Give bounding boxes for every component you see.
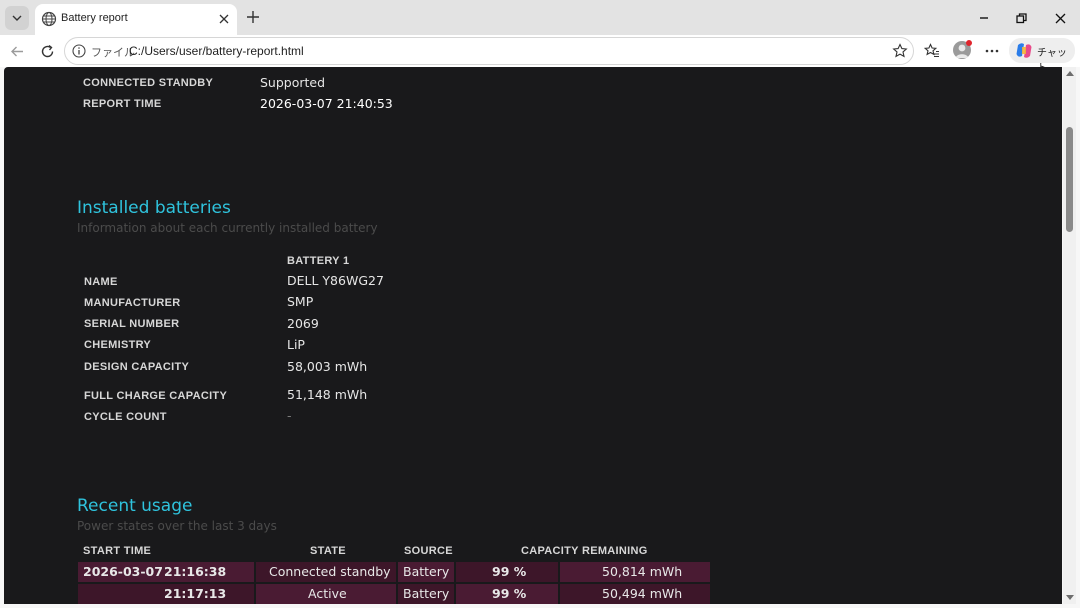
time-text: 21:17:13 — [164, 586, 227, 601]
percent-text: 99 % — [492, 586, 527, 601]
report-time-label: REPORT TIME — [83, 98, 162, 110]
tab-strip: Battery report — [0, 0, 1080, 35]
percent-text: 99 % — [492, 564, 527, 579]
battery-row-label: CHEMISTRY — [84, 339, 152, 351]
mwh-cell: 50,494 mWh — [560, 584, 710, 604]
battery-row-value: - — [287, 408, 292, 423]
more-menu-button[interactable] — [982, 41, 1002, 61]
battery-row-label: NAME — [84, 276, 118, 288]
mwh-text: 50,814 mWh — [602, 564, 683, 579]
column-header-start-time: START TIME — [83, 545, 152, 557]
source-text: Battery — [403, 586, 450, 601]
column-header-source: SOURCE — [404, 545, 453, 557]
state-cell: Connected standby — [256, 562, 396, 582]
recent-usage-heading: Recent usage — [77, 496, 193, 516]
battery-row-value: 58,003 mWh — [287, 359, 368, 374]
state-text: Connected standby — [269, 564, 391, 579]
close-window-button[interactable] — [1050, 8, 1070, 28]
source-text: Battery — [403, 564, 450, 579]
battery-row-value: LiP — [287, 337, 305, 352]
favorites-button[interactable] — [922, 41, 942, 61]
scroll-down-arrow-icon[interactable] — [1066, 595, 1074, 600]
restore-icon — [1015, 12, 1027, 23]
percent-cell: 99 % — [456, 562, 558, 582]
battery-row-value: SMP — [287, 294, 314, 309]
globe-icon — [41, 11, 57, 27]
battery-row-label: SERIAL NUMBER — [84, 318, 180, 330]
address-bar[interactable]: ファイル C:/Users/user/battery-report.html — [64, 37, 914, 65]
connected-standby-value: Supported — [260, 75, 326, 90]
source-cell: Battery — [398, 584, 454, 604]
column-header-state: STATE — [310, 545, 346, 557]
start-time-cell: 2026-03-07 21:16:38 — [78, 562, 254, 582]
source-cell: Battery — [398, 562, 454, 582]
notification-dot — [966, 40, 972, 46]
close-icon — [1055, 13, 1065, 23]
battery-row-label: FULL CHARGE CAPACITY — [84, 390, 228, 402]
url-text[interactable]: C:/Users/user/battery-report.html — [129, 44, 304, 58]
battery-row-value: 51,148 mWh — [287, 387, 368, 402]
state-text: Active — [308, 586, 347, 601]
tab-battery-report[interactable]: Battery report — [35, 4, 237, 35]
chevron-down-icon — [12, 15, 22, 21]
scrollbar-thumb[interactable] — [1066, 127, 1073, 232]
favorites-icon — [924, 43, 939, 58]
time-text: 21:16:38 — [164, 564, 227, 579]
start-time-cell: 21:17:13 — [78, 584, 254, 604]
mwh-cell: 50,814 mWh — [560, 562, 710, 582]
state-cell: Active — [256, 584, 396, 604]
tab-title: Battery report — [61, 12, 128, 24]
minimize-icon — [980, 17, 988, 19]
battery-row-label: CYCLE COUNT — [84, 411, 167, 423]
battery-report-page[interactable]: CONNECTED STANDBY Supported REPORT TIME … — [4, 67, 1062, 604]
favorite-star-icon[interactable] — [892, 43, 908, 59]
minimize-button[interactable] — [974, 8, 994, 28]
back-button[interactable] — [7, 41, 27, 61]
page-scrollbar[interactable] — [1063, 67, 1076, 604]
ellipsis-icon — [985, 49, 999, 53]
refresh-icon — [41, 44, 53, 57]
restore-button[interactable] — [1011, 8, 1031, 28]
date-text: 2026-03-07 — [83, 564, 163, 579]
installed-batteries-heading: Installed batteries — [77, 198, 231, 218]
battery-row-label: MANUFACTURER — [84, 297, 181, 309]
info-icon[interactable] — [72, 44, 86, 58]
battery-column-header: BATTERY 1 — [287, 255, 350, 267]
table-row: 2026-03-07 21:16:38 Connected standby Ba… — [78, 562, 710, 582]
plus-icon — [247, 11, 259, 23]
copilot-chat-button[interactable]: チャット — [1009, 38, 1075, 74]
recent-usage-subtitle: Power states over the last 3 days — [77, 519, 277, 533]
tab-close-button[interactable] — [217, 12, 231, 26]
tab-actions-menu-button[interactable] — [5, 6, 29, 30]
mwh-text: 50,494 mWh — [602, 586, 683, 601]
copilot-icon — [1016, 43, 1032, 58]
scroll-up-arrow-icon[interactable] — [1066, 71, 1074, 76]
battery-row-value: DELL Y86WG27 — [287, 273, 384, 288]
table-row: 21:17:13 Active Battery 99 % 50,494 mWh — [78, 584, 710, 604]
browser-toolbar: ファイル C:/Users/user/battery-report.html チ… — [0, 35, 1080, 74]
battery-row-value: 2069 — [287, 316, 319, 331]
battery-row-label: DESIGN CAPACITY — [84, 361, 190, 373]
report-time-value: 2026-03-07 21:40:53 — [260, 96, 393, 111]
connected-standby-label: CONNECTED STANDBY — [83, 77, 214, 89]
column-header-capacity: CAPACITY REMAINING — [521, 545, 648, 557]
installed-batteries-subtitle: Information about each currently install… — [77, 221, 378, 235]
back-arrow-icon — [10, 46, 23, 56]
percent-cell: 99 % — [456, 584, 558, 604]
close-icon — [219, 14, 229, 24]
new-tab-button[interactable] — [244, 8, 262, 26]
refresh-button[interactable] — [37, 41, 57, 61]
